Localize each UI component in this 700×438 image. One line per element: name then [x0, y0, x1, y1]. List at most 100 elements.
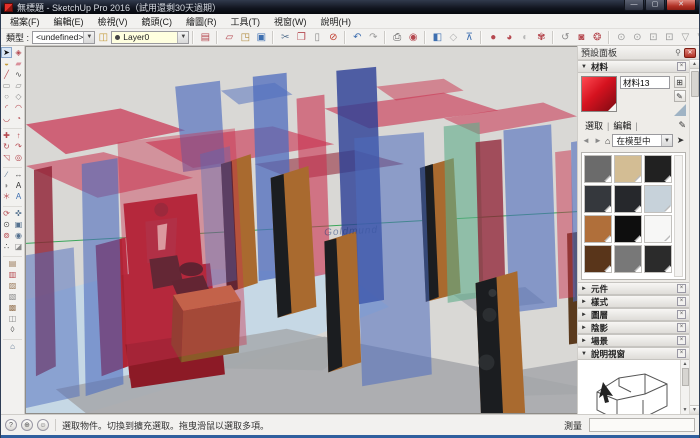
rotated-rectangle-tool[interactable]: ▱ [13, 80, 24, 91]
forward-arrow-icon[interactable]: ► [593, 136, 603, 145]
rectangle-tool[interactable]: ▭ [1, 80, 12, 91]
material-name-input[interactable] [620, 76, 670, 89]
dimension-style-tool[interactable]: ⌂ [7, 341, 18, 352]
zoom-extents-tool[interactable]: ▣ [13, 219, 24, 230]
material-swatch-1[interactable] [584, 155, 612, 183]
paint-bucket-tool[interactable]: ◒ [1, 58, 12, 69]
dimension-tool[interactable]: ↔ [13, 169, 24, 180]
follow-me-tool[interactable]: ↷ [13, 141, 24, 152]
walk-tool[interactable]: ∴ [1, 241, 12, 252]
chevron-down-icon[interactable]: ▼ [83, 32, 94, 43]
minimize-button[interactable]: — [624, 0, 644, 11]
walk-person-icon[interactable]: ⊼ [462, 30, 476, 44]
section-close-icon[interactable]: × [677, 323, 686, 332]
close-button[interactable]: ✕ [666, 0, 696, 11]
tab-select[interactable]: 選取 [581, 119, 607, 132]
ghost-icon[interactable]: ◐ [518, 30, 532, 44]
material-swatch-6[interactable] [644, 185, 672, 213]
section-shadows[interactable]: ►陰影× [578, 321, 689, 334]
paint-details-button[interactable]: ✎ [674, 90, 686, 102]
chevron-down-icon[interactable]: ▼ [177, 32, 188, 43]
new-icon[interactable]: ▱ [222, 30, 236, 44]
detail-arrow-icon[interactable]: ➤ [675, 135, 686, 146]
swatch-scrollbar[interactable] [674, 155, 683, 277]
tray-close-icon[interactable]: ✕ [684, 48, 696, 58]
pan-tool[interactable]: ✜ [13, 208, 24, 219]
stamp-tool[interactable]: ▧ [7, 291, 18, 302]
scale-tool[interactable]: ◹ [1, 152, 12, 163]
title-bar[interactable]: 無標題 - SketchUp Pro 2016（試用還剩30天過期） — ▢ ✕ [1, 0, 699, 14]
menu-draw[interactable]: 繪圖(R) [179, 14, 224, 29]
eraser-tool[interactable]: ▰ [13, 58, 24, 69]
menu-window[interactable]: 視窗(W) [267, 14, 314, 29]
material-swatch-9[interactable] [644, 215, 672, 243]
people2-icon[interactable]: ⊙ [630, 30, 644, 44]
section-close-icon[interactable]: × [677, 284, 686, 293]
move-tool[interactable]: ✚ [1, 130, 12, 141]
scroll-down-icon[interactable]: ▼ [690, 405, 700, 414]
menu-file[interactable]: 檔案(F) [3, 14, 47, 29]
rotate-tool[interactable]: ↻ [1, 141, 12, 152]
material-swatch-7[interactable] [584, 215, 612, 243]
material-swatch-4[interactable] [584, 185, 612, 213]
speaker-center[interactable] [324, 231, 361, 372]
layer-manager-icon[interactable]: ▤ [198, 30, 212, 44]
component-icon[interactable]: ◧ [430, 30, 444, 44]
material-preview[interactable] [581, 76, 617, 112]
material-swatch-3[interactable] [644, 155, 672, 183]
camera-icon[interactable]: ◙ [574, 30, 588, 44]
chevron-down-icon[interactable]: ▼ [661, 135, 672, 146]
sandbox-scratch-tool[interactable]: ▥ [7, 269, 18, 280]
rotate-red-icon[interactable]: ◕ [502, 30, 516, 44]
sandbox-contours-tool[interactable]: ▤ [7, 258, 18, 269]
materials-section-header[interactable]: ▼ 材料 × [578, 60, 689, 73]
eyedropper-icon[interactable]: ✎ [678, 120, 686, 131]
menu-view[interactable]: 檢視(V) [91, 14, 135, 29]
smoove-tool[interactable]: ▨ [7, 280, 18, 291]
material-swatch-11[interactable] [614, 245, 642, 273]
two-point-arc-tool[interactable]: ◠ [13, 102, 24, 113]
home-icon[interactable]: ⌂ [605, 136, 610, 146]
section-layers[interactable]: ►圖層× [578, 308, 689, 321]
left-panels[interactable] [26, 158, 123, 408]
type-combo[interactable]: <undefined> ▼ [32, 31, 95, 44]
front-center-panel[interactable] [354, 132, 432, 386]
drawing-viewport[interactable]: Goldmund [25, 46, 577, 414]
offset-tool[interactable]: ◎ [13, 152, 24, 163]
select-tool[interactable]: ➤ [1, 47, 12, 58]
add-detail-tool[interactable]: ◫ [7, 313, 18, 324]
push-pull-tool[interactable]: ↑ [13, 130, 24, 141]
tab-edit[interactable]: 編輯 [609, 119, 635, 132]
cone2-icon[interactable]: ▽ [694, 30, 700, 44]
cut-icon[interactable]: ✂ [278, 30, 292, 44]
3d-scene[interactable]: Goldmund [26, 47, 577, 413]
measurements-input[interactable] [589, 418, 695, 432]
tray-scrollbar[interactable]: ▲ ▼ [689, 60, 699, 414]
instructor-section-header[interactable]: ▼ 說明視窗 × [578, 347, 689, 360]
instructor-scrollbar[interactable]: ▲ ▼ [680, 360, 689, 414]
back-icon[interactable]: ↺ [558, 30, 572, 44]
3d-text-tool[interactable]: A [13, 191, 24, 202]
menu-help[interactable]: 說明(H) [314, 14, 359, 29]
section-styles[interactable]: ►樣式× [578, 295, 689, 308]
section-close-icon[interactable]: × [677, 297, 686, 306]
geolocation-icon[interactable]: ⊕ [21, 419, 33, 431]
erase-icon[interactable]: ⊘ [326, 30, 340, 44]
maximize-button[interactable]: ▢ [645, 0, 665, 11]
materials-close-icon[interactable]: × [677, 62, 686, 71]
people4-icon[interactable]: ⊡ [662, 30, 676, 44]
wheel-icon[interactable]: ❂ [590, 30, 604, 44]
section-components[interactable]: ►元件× [578, 282, 689, 295]
material-swatch-5[interactable] [614, 185, 642, 213]
scroll-up-icon[interactable]: ▲ [690, 60, 700, 69]
help-icon[interactable]: ? [5, 419, 17, 431]
tray-header[interactable]: 預設面板 ⚲ ✕ [578, 46, 699, 60]
create-material-button[interactable]: ⊞ [674, 76, 686, 88]
text-tool[interactable]: A [13, 180, 24, 191]
section-scenes[interactable]: ►場景× [578, 334, 689, 347]
protractor-tool[interactable]: ◗ [1, 180, 12, 191]
undo-icon[interactable]: ↶ [350, 30, 364, 44]
section-close-icon[interactable]: × [677, 336, 686, 345]
mid-panels[interactable] [118, 128, 247, 366]
credits-icon[interactable]: ☺ [37, 419, 49, 431]
